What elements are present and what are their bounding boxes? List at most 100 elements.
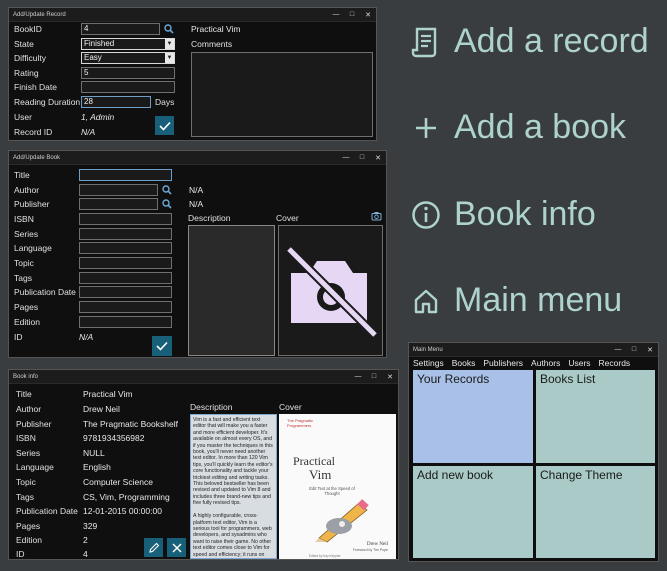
help-add-record: Add a record bbox=[410, 22, 649, 61]
language-label: Language bbox=[14, 243, 52, 253]
author-label: Author bbox=[16, 404, 42, 414]
publisher-value: The Pragmatic Bookshelf bbox=[83, 419, 178, 429]
maximize-button[interactable]: □ bbox=[354, 151, 370, 164]
delete-button[interactable] bbox=[167, 538, 186, 557]
title-field[interactable] bbox=[79, 169, 172, 181]
tile-books-list-label: Books List bbox=[540, 372, 596, 386]
language-field[interactable] bbox=[79, 242, 172, 254]
bookid-label: BookID bbox=[14, 24, 42, 34]
tile-change-theme-label: Change Theme bbox=[540, 468, 623, 482]
window-title: Book info bbox=[13, 373, 39, 380]
close-button[interactable]: ✕ bbox=[382, 370, 398, 383]
language-label: Language bbox=[16, 462, 54, 472]
help-book-info-text: Book info bbox=[454, 195, 596, 233]
publisher-label: Publisher bbox=[14, 199, 50, 209]
reading-duration-field[interactable]: 28 bbox=[81, 96, 151, 108]
title-label: Title bbox=[14, 170, 30, 180]
publication-date-field[interactable] bbox=[79, 286, 172, 298]
description-text: Vim is a fast and efficient text editor … bbox=[190, 414, 277, 559]
save-button[interactable] bbox=[152, 336, 172, 356]
cover-placeholder[interactable] bbox=[278, 225, 383, 356]
close-button[interactable]: ✕ bbox=[360, 8, 376, 21]
publisher-value: N/A bbox=[189, 199, 204, 209]
menu-records[interactable]: Records bbox=[599, 357, 631, 369]
main-menu-titlebar: Main Menu — □ ✕ bbox=[409, 343, 658, 357]
tile-your-records[interactable]: Your Records bbox=[413, 370, 533, 463]
publication-date-label: Publication Date bbox=[14, 287, 76, 297]
minimize-button[interactable]: — bbox=[328, 8, 344, 21]
pencil-illustration bbox=[315, 499, 369, 543]
pages-field[interactable] bbox=[79, 301, 172, 313]
publisher-field[interactable] bbox=[79, 198, 158, 210]
edit-button[interactable] bbox=[144, 538, 163, 557]
tile-change-theme[interactable]: Change Theme bbox=[536, 466, 655, 558]
edition-label: Edition bbox=[14, 317, 40, 327]
help-add-book-text: Add a book bbox=[454, 108, 627, 146]
add-book-titlebar: Add/Update Book — □ ✕ bbox=[9, 151, 386, 165]
help-main-menu-text: Main menu bbox=[454, 281, 623, 319]
comments-label: Comments bbox=[191, 39, 233, 49]
help-main-menu: Main menu bbox=[410, 281, 622, 320]
bookid-field[interactable]: 4 bbox=[81, 23, 160, 35]
book-info-window: Book info — □ ✕ Title Practical Vim Auth… bbox=[8, 369, 399, 560]
user-label: User bbox=[14, 112, 32, 122]
description-label: Description bbox=[188, 213, 231, 223]
tile-books-list[interactable]: Books List bbox=[536, 370, 655, 463]
tags-value: CS, Vim, Programming bbox=[83, 492, 170, 502]
rating-field[interactable]: 5 bbox=[81, 67, 175, 79]
difficulty-dropdown[interactable]: Easy ▼ bbox=[81, 52, 175, 64]
menu-authors[interactable]: Authors bbox=[531, 357, 560, 369]
cover-subtitle: Edit Text at the Speed of Thought bbox=[309, 486, 355, 496]
publisher-label: Publisher bbox=[16, 419, 52, 429]
tags-label: Tags bbox=[16, 492, 34, 502]
series-field[interactable] bbox=[79, 228, 172, 240]
topic-label: Topic bbox=[14, 258, 34, 268]
window-title: Main Menu bbox=[413, 346, 443, 353]
menu-settings[interactable]: Settings bbox=[413, 357, 444, 369]
topic-field[interactable] bbox=[79, 257, 172, 269]
state-dropdown[interactable]: Finished ▼ bbox=[81, 38, 175, 50]
cover-foreword: Foreword by Tim Pope bbox=[352, 548, 388, 552]
id-value: N/A bbox=[79, 332, 94, 342]
menu-users[interactable]: Users bbox=[568, 357, 590, 369]
menu-publishers[interactable]: Publishers bbox=[483, 357, 523, 369]
save-button[interactable] bbox=[155, 116, 174, 135]
maximize-button[interactable]: □ bbox=[626, 343, 642, 356]
tile-add-new-book[interactable]: Add new book bbox=[413, 466, 533, 558]
author-field[interactable] bbox=[79, 184, 158, 196]
maximize-button[interactable]: □ bbox=[366, 370, 382, 383]
pages-value: 329 bbox=[83, 521, 98, 531]
topic-value: Computer Science bbox=[83, 477, 153, 487]
tags-field[interactable] bbox=[79, 272, 172, 284]
series-value: NULL bbox=[83, 448, 105, 458]
menu-books[interactable]: Books bbox=[452, 357, 476, 369]
close-icon bbox=[171, 542, 182, 553]
title-value: Practical Vim bbox=[83, 389, 133, 399]
main-menu-window: Main Menu — □ ✕ Settings Books Publisher… bbox=[408, 342, 659, 562]
description-textarea[interactable] bbox=[188, 225, 275, 356]
maximize-button[interactable]: □ bbox=[344, 8, 360, 21]
edition-field[interactable] bbox=[79, 316, 172, 328]
pencil-icon bbox=[148, 542, 159, 553]
finish-date-field[interactable] bbox=[81, 81, 175, 93]
minimize-button[interactable]: — bbox=[610, 343, 626, 356]
search-icon[interactable] bbox=[161, 184, 173, 196]
no-photo-icon bbox=[285, 245, 378, 338]
author-value: N/A bbox=[189, 185, 204, 195]
add-photo-icon[interactable] bbox=[370, 210, 382, 222]
minimize-button[interactable]: — bbox=[338, 151, 354, 164]
cover-editor: Edited by Kay Keppler bbox=[309, 554, 341, 558]
add-record-titlebar: Add/Update Record — □ ✕ bbox=[9, 8, 376, 22]
comments-textarea[interactable] bbox=[191, 52, 373, 137]
search-icon[interactable] bbox=[161, 198, 173, 210]
pages-label: Pages bbox=[16, 521, 41, 531]
id-label: ID bbox=[14, 332, 23, 342]
state-value: Finished bbox=[84, 39, 115, 48]
series-label: Series bbox=[16, 448, 41, 458]
minimize-button[interactable]: — bbox=[350, 370, 366, 383]
isbn-field[interactable] bbox=[79, 213, 172, 225]
language-value: English bbox=[83, 462, 111, 472]
close-button[interactable]: ✕ bbox=[642, 343, 658, 356]
close-button[interactable]: ✕ bbox=[370, 151, 386, 164]
search-icon[interactable] bbox=[163, 23, 175, 35]
